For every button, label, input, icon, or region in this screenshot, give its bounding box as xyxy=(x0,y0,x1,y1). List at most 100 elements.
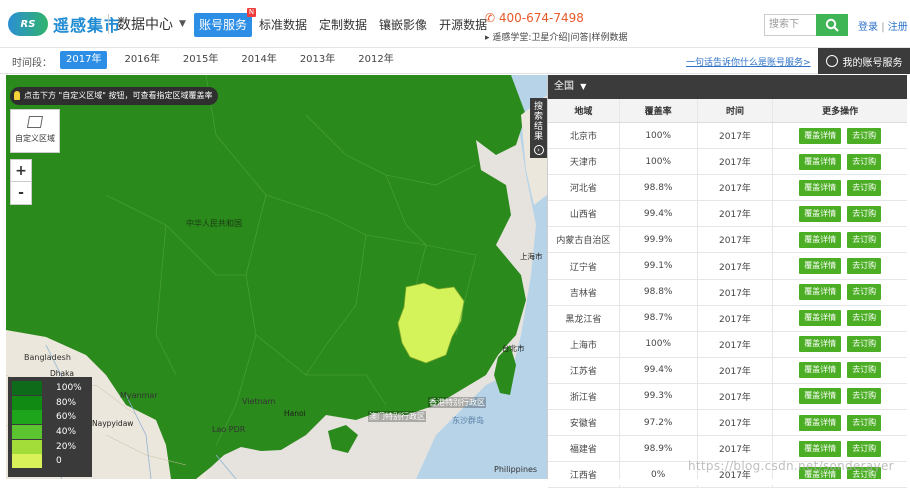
table-row: 河北省 98.8% 2017年 覆盖详情 去订购 xyxy=(548,175,907,202)
coverage-detail-button[interactable]: 覆盖详情 xyxy=(799,310,842,327)
coverage-detail-button[interactable]: 覆盖详情 xyxy=(799,414,842,431)
coverage-detail-button[interactable]: 覆盖详情 xyxy=(799,127,842,144)
map-hint-tooltip: 点击下方 "自定义区域" 按钮，可查看指定区域覆盖率 xyxy=(10,87,219,105)
order-button[interactable]: 去订购 xyxy=(847,153,882,170)
zoom-out-button[interactable]: - xyxy=(11,182,31,204)
cell-region: 天津市 xyxy=(548,149,620,175)
cell-coverage: 99.1% xyxy=(620,253,698,279)
site-logo[interactable]: RS 遥感集市 xyxy=(8,10,121,38)
coverage-detail-button[interactable]: 覆盖详情 xyxy=(799,362,842,379)
logo-mark: RS xyxy=(8,12,48,36)
remote-sensing-school-link[interactable]: ▸ 遥感学堂:卫星介绍|问答|样例数据 xyxy=(485,30,628,43)
coverage-map[interactable]: 点击下方 "自定义区域" 按钮，可查看指定区域覆盖率 自定义区域 + - 中华人… xyxy=(6,75,547,479)
order-button[interactable]: 去订购 xyxy=(847,179,882,196)
year-tab-2013[interactable]: 2013年 xyxy=(294,51,341,69)
map-label-vietnam: Vietnam xyxy=(242,397,276,406)
search-button[interactable] xyxy=(816,14,848,36)
order-button[interactable]: 去订购 xyxy=(847,258,882,275)
coverage-detail-button[interactable]: 覆盖详情 xyxy=(799,284,842,301)
cell-time: 2017年 xyxy=(698,383,774,410)
legend-swatch xyxy=(12,395,42,410)
order-button[interactable]: 去订购 xyxy=(847,231,882,248)
cell-region: 辽宁省 xyxy=(548,253,620,279)
order-button[interactable]: 去订购 xyxy=(847,205,882,222)
register-link[interactable]: 注册 xyxy=(888,22,908,33)
cell-actions: 覆盖详情 去订购 xyxy=(773,358,907,383)
what-is-account-service-link[interactable]: 一句话告诉你什么是账号服务> xyxy=(686,55,811,68)
cell-time: 2017年 xyxy=(698,357,774,383)
data-center-dropdown[interactable]: 数据中心 ▼ xyxy=(117,14,186,34)
login-link[interactable]: 登录 xyxy=(858,22,878,33)
coverage-detail-button[interactable]: 覆盖详情 xyxy=(799,231,842,248)
cell-time: 2017年 xyxy=(698,175,774,201)
order-button[interactable]: 去订购 xyxy=(847,388,882,405)
school-link-text: 遥感学堂:卫星介绍|问答|样例数据 xyxy=(492,33,628,43)
custom-area-button[interactable]: 自定义区域 xyxy=(10,109,60,153)
my-account-service-button[interactable]: 我的账号服务 xyxy=(818,48,910,74)
nav-standard-data[interactable]: 标准数据 xyxy=(254,13,312,37)
page-bottom-edge xyxy=(0,479,910,485)
order-button[interactable]: 去订购 xyxy=(847,127,882,144)
cell-coverage: 99.9% xyxy=(620,227,698,253)
zoom-in-button[interactable]: + xyxy=(11,160,31,182)
order-button[interactable]: 去订购 xyxy=(847,362,882,379)
legend-row: 60% xyxy=(12,410,92,425)
cell-actions: 覆盖详情 去订购 xyxy=(773,384,907,409)
cell-actions: 覆盖详情 去订购 xyxy=(773,306,907,331)
map-hint-text: 点击下方 "自定义区域" 按钮，可查看指定区域覆盖率 xyxy=(24,91,213,100)
order-button[interactable]: 去订购 xyxy=(847,284,882,301)
col-coverage: 覆盖率 xyxy=(620,99,698,122)
map-label-china: 中华人民共和国 xyxy=(186,219,242,228)
map-label-bangladesh: Bangladesh xyxy=(24,353,71,362)
map-label-macau: 澳门特别行政区 xyxy=(368,411,426,422)
table-header: 地域 覆盖率 时间 更多操作 xyxy=(548,99,907,123)
map-label-taibei: 台北市 xyxy=(502,344,525,353)
nav-open-data[interactable]: 开源数据 xyxy=(434,13,492,37)
cell-region: 山西省 xyxy=(548,201,620,227)
year-tab-2012[interactable]: 2012年 xyxy=(352,51,399,69)
cell-time: 2017年 xyxy=(698,149,774,175)
cell-actions: 覆盖详情 去订购 xyxy=(773,410,907,435)
year-tab-2014[interactable]: 2014年 xyxy=(235,51,282,69)
order-button[interactable]: 去订购 xyxy=(847,336,882,353)
phone-text: 400-674-7498 xyxy=(498,11,584,25)
new-badge: N xyxy=(247,8,257,17)
year-tab-2017[interactable]: 2017年 xyxy=(60,51,108,69)
search-results-toggle[interactable]: 搜索结果 › xyxy=(530,98,547,158)
order-button[interactable]: 去订购 xyxy=(847,440,882,457)
legend-label: 60% xyxy=(56,412,77,423)
cell-time: 2017年 xyxy=(698,279,774,305)
table-row: 北京市 100% 2017年 覆盖详情 去订购 xyxy=(548,123,907,150)
coverage-detail-button[interactable]: 覆盖详情 xyxy=(799,388,842,405)
nav-account-service[interactable]: 账号服务 N xyxy=(194,8,257,37)
cell-time: 2017年 xyxy=(698,123,774,149)
cell-region: 吉林省 xyxy=(548,279,620,305)
phone-icon: ✆ xyxy=(485,11,499,25)
coverage-detail-button[interactable]: 覆盖详情 xyxy=(799,258,842,275)
order-button[interactable]: 去订购 xyxy=(847,310,882,327)
order-button[interactable]: 去订购 xyxy=(847,414,882,431)
cell-actions: 覆盖详情 去订购 xyxy=(773,332,907,357)
map-label-hanoi: Hanoi xyxy=(284,409,306,418)
cell-coverage: 100% xyxy=(620,331,698,357)
year-tab-2015[interactable]: 2015年 xyxy=(177,51,224,69)
coverage-detail-button[interactable]: 覆盖详情 xyxy=(799,336,842,353)
coverage-detail-button[interactable]: 覆盖详情 xyxy=(799,205,842,222)
watermark-text: https://blog.csdn.net/sonderayer xyxy=(688,459,894,473)
nav-mosaic-imagery[interactable]: 镶嵌影像 xyxy=(374,13,432,37)
col-region: 地域 xyxy=(548,99,620,122)
coverage-detail-button[interactable]: 覆盖详情 xyxy=(799,440,842,457)
cell-coverage: 97.2% xyxy=(620,410,698,436)
caret-down-icon: ▼ xyxy=(580,82,587,91)
cell-coverage: 99.3% xyxy=(620,383,698,410)
coverage-detail-button[interactable]: 覆盖详情 xyxy=(799,153,842,170)
main-nav: 账号服务 N 标准数据 定制数据 镶嵌影像 开源数据 xyxy=(194,8,494,37)
region-selector[interactable]: 全国 ▼ xyxy=(548,75,907,99)
table-row: 上海市 100% 2017年 覆盖详情 去订购 xyxy=(548,331,907,358)
search-input[interactable]: 搜索下 xyxy=(764,14,816,36)
nav-custom-data[interactable]: 定制数据 xyxy=(314,13,372,37)
cell-coverage: 98.8% xyxy=(620,279,698,305)
cell-coverage: 99.4% xyxy=(620,201,698,227)
year-tab-2016[interactable]: 2016年 xyxy=(118,51,165,69)
coverage-detail-button[interactable]: 覆盖详情 xyxy=(799,179,842,196)
